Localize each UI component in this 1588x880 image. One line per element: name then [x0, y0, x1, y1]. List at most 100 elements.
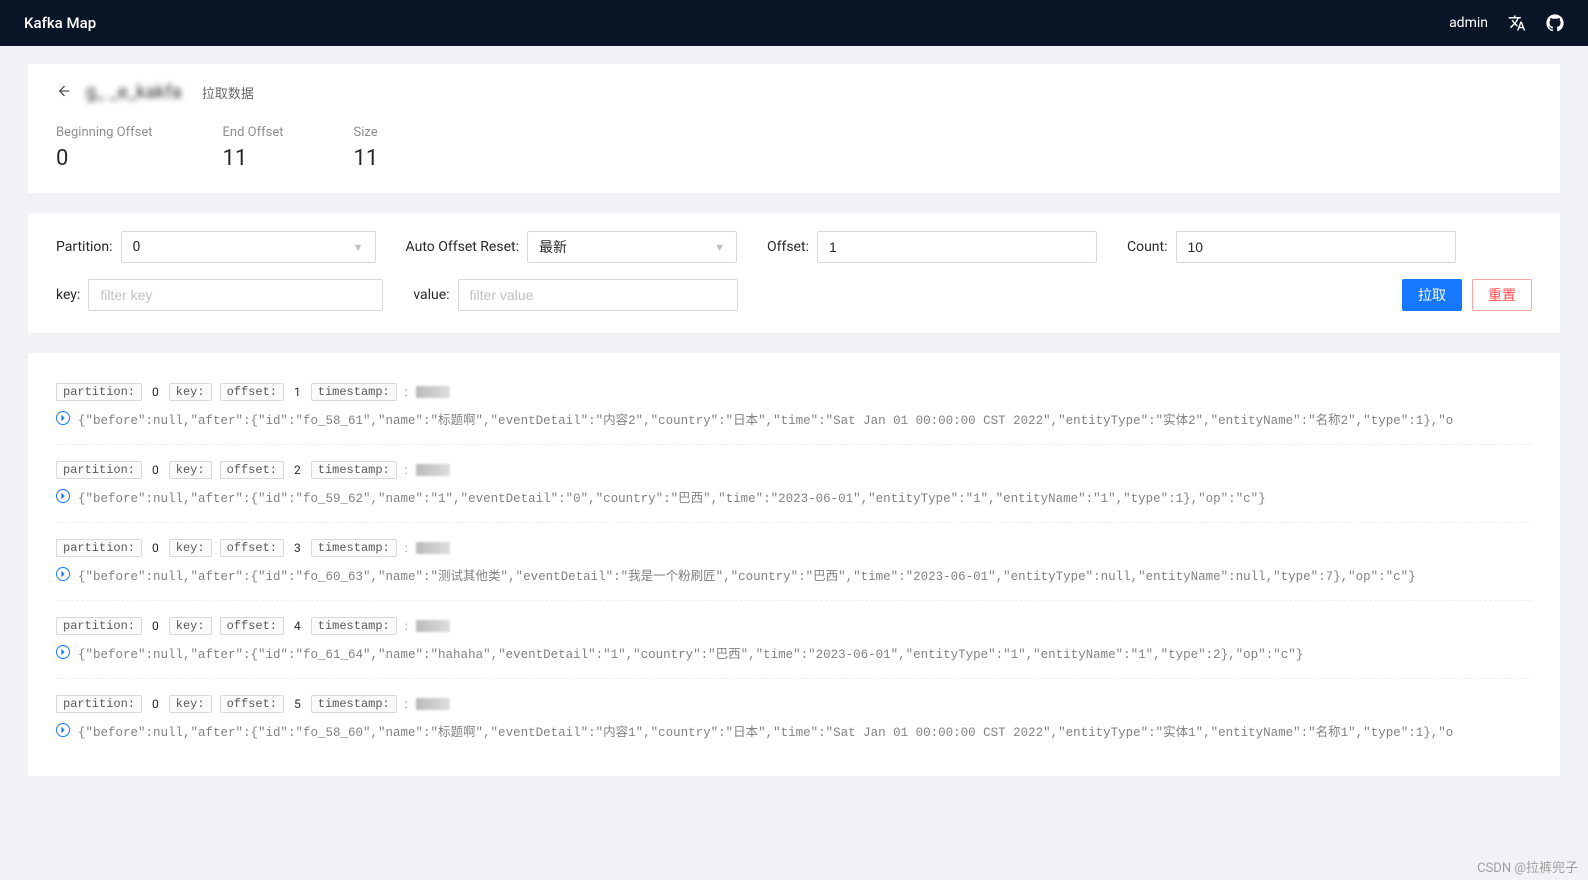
tag-timestamp-value — [416, 386, 450, 398]
key-filter-label: key: — [56, 287, 80, 303]
stats-row: Beginning Offset 0 End Offset 11 Size 11 — [56, 125, 1532, 171]
message-payload[interactable]: {"before":null,"after":{"id":"fo_58_61",… — [78, 409, 1532, 434]
value-filter-input[interactable] — [458, 279, 738, 311]
message-tag-row: partition: 0 key: offset: 5 timestamp:: — [56, 695, 1532, 713]
auto-offset-reset-value: 最新 — [539, 237, 567, 257]
tag-timestamp-sep: : — [405, 541, 408, 555]
message-item: partition: 0 key: offset: 1 timestamp::{"befo… — [56, 367, 1532, 445]
partition-select[interactable]: 0 ▼ — [121, 231, 376, 263]
auto-offset-reset-label: Auto Offset Reset: — [406, 239, 519, 255]
tag-key: key: — [169, 461, 212, 479]
offset-input[interactable] — [817, 231, 1097, 263]
tag-timestamp-sep: : — [405, 619, 408, 633]
tag-timestamp: timestamp: — [311, 539, 397, 557]
message-tag-row: partition:0key:offset:4timestamp:: — [56, 617, 1532, 635]
topbar: Kafka Map admin — [0, 0, 1588, 46]
tag-timestamp-sep: : — [405, 463, 408, 477]
tag-timestamp: timestamp: — [311, 695, 397, 713]
partition-select-value: 0 — [133, 239, 141, 255]
offset-label: Offset: — [767, 239, 809, 255]
tag-partition: partition: — [56, 383, 142, 401]
tag-timestamp-value — [416, 698, 450, 710]
count-input[interactable] — [1176, 231, 1456, 263]
count-label: Count: — [1127, 239, 1168, 255]
count-input-field[interactable] — [1188, 239, 1444, 255]
partition-label: Partition: — [56, 239, 113, 255]
tag-offset: offset: — [220, 539, 284, 557]
tag-offset: offset: — [220, 617, 284, 635]
tag-key: key: — [169, 539, 212, 557]
tag-timestamp-sep: : — [405, 385, 408, 399]
tag-timestamp: timestamp: — [311, 461, 397, 479]
message-list-panel: partition:0key:offset:1timestamp::{"befo… — [28, 353, 1560, 776]
header-panel: g_ _e_kakfa 拉取数据 Beginning Offset 0 End … — [28, 64, 1560, 193]
stat-label: Size — [354, 125, 379, 140]
filter-panel: Partition: 0 ▼ Auto Offset Reset: 最新 ▼ O… — [28, 213, 1560, 333]
message-payload[interactable]: {"before":null,"after":{"id":"fo_61_64",… — [78, 643, 1532, 668]
watermark: CSDN @拉裤兜子 — [1477, 857, 1578, 876]
expand-icon[interactable] — [56, 723, 70, 737]
key-filter-field[interactable] — [100, 287, 371, 303]
stat-value: 11 — [223, 146, 284, 171]
message-payload[interactable]: {"before":null,"after":{"id":"fo_58_60",… — [78, 721, 1532, 746]
offset-input-field[interactable] — [829, 239, 1085, 255]
message-item: partition: 0 key: offset: 5 timestamp::{"befo… — [56, 679, 1532, 756]
stat-size: Size 11 — [354, 125, 379, 171]
stat-value: 0 — [56, 146, 153, 171]
message-payload-row: {"before":null,"after":{"id":"fo_58_60",… — [56, 721, 1532, 746]
tag-partition-value: 0 — [150, 697, 161, 711]
message-item: partition:0key:offset:4timestamp::{"befo… — [56, 601, 1532, 679]
value-filter-label: value: — [413, 287, 449, 303]
tag-timestamp-value — [416, 542, 450, 554]
tag-timestamp-sep: : — [405, 697, 408, 711]
breadcrumb: g_ _e_kakfa 拉取数据 — [56, 82, 1532, 103]
stat-beginning-offset: Beginning Offset 0 — [56, 125, 153, 171]
chevron-down-icon: ▼ — [353, 241, 364, 254]
back-arrow-icon[interactable] — [56, 83, 72, 103]
translate-icon[interactable] — [1508, 14, 1526, 32]
auto-offset-reset-select[interactable]: 最新 ▼ — [527, 231, 737, 263]
github-icon[interactable] — [1546, 14, 1564, 32]
chevron-down-icon: ▼ — [714, 241, 725, 254]
message-payload-row: {"before":null,"after":{"id":"fo_61_64",… — [56, 643, 1532, 668]
tag-offset-value: 3 — [292, 541, 303, 555]
tag-offset: offset: — [220, 695, 284, 713]
app-title: Kafka Map — [24, 14, 96, 32]
expand-icon[interactable] — [56, 411, 70, 425]
message-payload-row: {"before":null,"after":{"id":"fo_59_62",… — [56, 487, 1532, 512]
page-subtitle: 拉取数据 — [202, 83, 254, 102]
tag-partition: partition: — [56, 461, 142, 479]
tag-timestamp-value — [416, 464, 450, 476]
message-tag-row: partition: 0 key: offset: 3 timestamp:: — [56, 539, 1532, 557]
expand-icon[interactable] — [56, 489, 70, 503]
stat-end-offset: End Offset 11 — [223, 125, 284, 171]
message-payload[interactable]: {"before":null,"after":{"id":"fo_60_63",… — [78, 565, 1532, 590]
tag-offset: offset: — [220, 383, 284, 401]
message-tag-row: partition:0key:offset:2timestamp:: — [56, 461, 1532, 479]
stat-value: 11 — [354, 146, 379, 171]
tag-partition: partition: — [56, 695, 142, 713]
tag-partition: partition: — [56, 539, 142, 557]
stat-label: Beginning Offset — [56, 125, 153, 140]
tag-offset-value: 4 — [292, 619, 303, 633]
expand-icon[interactable] — [56, 567, 70, 581]
tag-timestamp: timestamp: — [311, 383, 397, 401]
tag-partition-value: 0 — [150, 541, 161, 555]
value-filter-field[interactable] — [470, 287, 726, 303]
user-label[interactable]: admin — [1449, 15, 1488, 31]
tag-partition-value: 0 — [150, 385, 161, 399]
tag-partition-value: 0 — [150, 619, 161, 633]
reset-button[interactable]: 重置 — [1472, 279, 1532, 311]
tag-offset-value: 1 — [292, 385, 303, 399]
tag-offset-value: 5 — [292, 697, 303, 711]
expand-icon[interactable] — [56, 645, 70, 659]
pull-button[interactable]: 拉取 — [1402, 279, 1462, 311]
message-payload[interactable]: {"before":null,"after":{"id":"fo_59_62",… — [78, 487, 1532, 512]
tag-key: key: — [169, 617, 212, 635]
tag-timestamp-value — [416, 620, 450, 632]
stat-label: End Offset — [223, 125, 284, 140]
key-filter-input[interactable] — [88, 279, 383, 311]
tag-partition-value: 0 — [150, 463, 161, 477]
tag-key: key: — [169, 695, 212, 713]
tag-key: key: — [169, 383, 212, 401]
